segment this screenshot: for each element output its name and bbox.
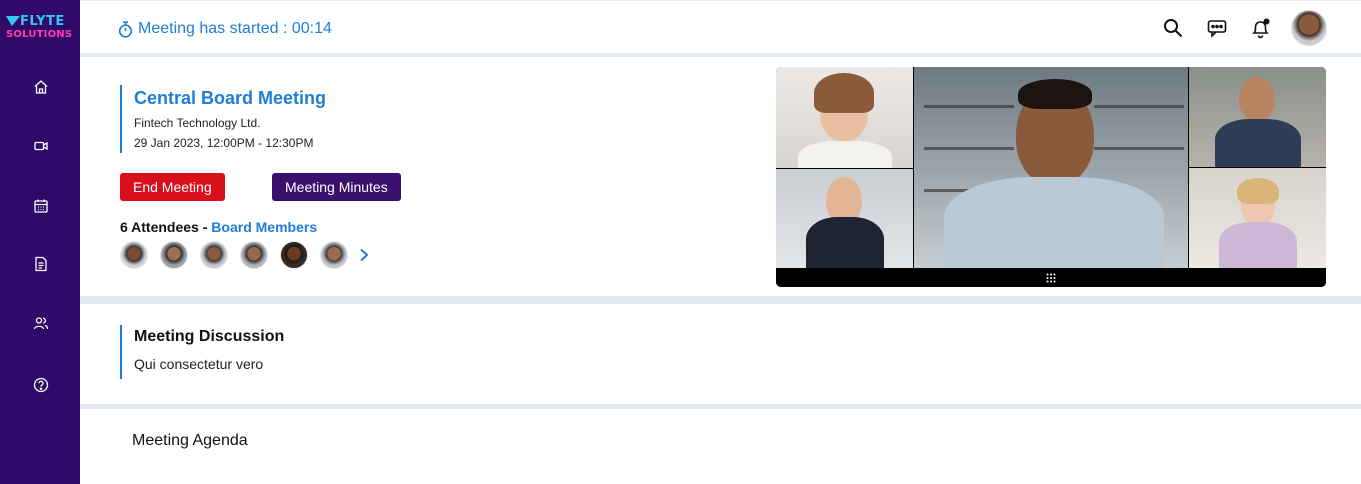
video-tile[interactable] xyxy=(1189,168,1326,268)
divider xyxy=(80,53,1361,57)
attendees-separator: - xyxy=(198,219,212,235)
user-avatar[interactable] xyxy=(1291,10,1327,46)
participant-hair xyxy=(1018,79,1092,109)
meeting-info: Central Board Meeting Fintech Technology… xyxy=(120,85,326,153)
sidebar: FLYTE SOLUTIONS xyxy=(0,0,80,484)
home-icon xyxy=(34,80,48,94)
brand-line2: SOLUTIONS xyxy=(6,29,73,40)
app: FLYTE SOLUTIONS Meeting has started : 00… xyxy=(0,0,1361,484)
top-actions xyxy=(1141,10,1327,46)
participant-body xyxy=(806,217,884,268)
help-icon xyxy=(33,377,49,393)
meeting-discussion: Meeting Discussion Qui consectetur vero xyxy=(120,325,284,379)
participant-body xyxy=(1219,222,1297,268)
discussion-title: Meeting Discussion xyxy=(134,328,285,345)
sidebar-item-members[interactable] xyxy=(32,314,50,332)
notifications-button[interactable] xyxy=(1249,16,1273,40)
attendee-avatar[interactable] xyxy=(160,241,188,269)
video-control-bar[interactable] xyxy=(776,268,1326,287)
attendee-avatar[interactable] xyxy=(280,241,308,269)
chat-icon xyxy=(1207,20,1227,38)
video-call-panel[interactable] xyxy=(776,67,1326,287)
calendar-icon xyxy=(34,199,48,213)
chevron-right-icon xyxy=(360,248,369,262)
video-tile-active[interactable] xyxy=(914,67,1188,268)
video-tile[interactable] xyxy=(776,67,913,168)
agenda-title: Meeting Agenda xyxy=(132,432,248,449)
meeting-organization: Fintech Technology Ltd. xyxy=(134,116,261,130)
meeting-datetime: 29 Jan 2023, 12:00PM - 12:30PM xyxy=(134,136,314,150)
attendee-avatar[interactable] xyxy=(240,241,268,269)
attendees-label: 6 Attendees - Board Members xyxy=(120,219,317,235)
video-tile[interactable] xyxy=(1189,67,1326,167)
participant-body xyxy=(798,141,892,168)
background-shelf xyxy=(1094,147,1184,150)
meeting-minutes-button[interactable]: Meeting Minutes xyxy=(272,173,401,201)
chat-button[interactable] xyxy=(1205,16,1229,40)
background-shelf xyxy=(924,147,1014,150)
meeting-timer: Meeting has started : 00:14 xyxy=(118,20,332,38)
participant-body xyxy=(944,177,1164,268)
sidebar-item-home[interactable] xyxy=(32,78,50,96)
background-shelf xyxy=(1094,105,1184,108)
video-icon xyxy=(34,141,48,151)
search-button[interactable] xyxy=(1161,16,1185,40)
participant-hair xyxy=(814,73,874,113)
video-tile[interactable] xyxy=(776,169,913,268)
sidebar-item-documents[interactable] xyxy=(32,255,50,273)
sidebar-item-meetings[interactable] xyxy=(32,137,50,155)
sidebar-item-calendar[interactable] xyxy=(32,197,50,215)
logo-wing-icon xyxy=(6,16,20,26)
timer-text: Meeting has started : 00:14 xyxy=(138,20,332,37)
participant-body xyxy=(1215,119,1301,167)
sidebar-item-help[interactable] xyxy=(32,376,50,394)
attendee-avatar[interactable] xyxy=(120,241,148,269)
users-icon xyxy=(33,317,49,330)
attendee-avatar[interactable] xyxy=(320,241,348,269)
search-icon xyxy=(1164,19,1183,38)
brand-logo[interactable]: FLYTE SOLUTIONS xyxy=(6,14,76,44)
grid-handle-icon xyxy=(1046,273,1056,282)
end-meeting-button[interactable]: End Meeting xyxy=(120,173,225,201)
attendees-group-link[interactable]: Board Members xyxy=(211,219,317,235)
brand-line1: FLYTE xyxy=(20,14,65,29)
document-icon xyxy=(35,256,47,272)
more-attendees-button[interactable] xyxy=(356,247,372,263)
divider xyxy=(80,404,1361,409)
participant-face xyxy=(1239,77,1275,121)
discussion-text: Qui consectetur vero xyxy=(134,356,264,372)
attendee-avatars xyxy=(120,241,372,269)
divider xyxy=(80,296,1361,304)
attendees-count: 6 Attendees xyxy=(120,219,199,235)
participant-hair xyxy=(1237,178,1279,204)
stopwatch-icon xyxy=(118,20,133,38)
meeting-title[interactable]: Central Board Meeting xyxy=(134,85,326,111)
bell-icon xyxy=(1252,18,1270,39)
background-shelf xyxy=(924,105,1014,108)
top-bar: Meeting has started : 00:14 xyxy=(80,0,1361,54)
attendee-avatar[interactable] xyxy=(200,241,228,269)
